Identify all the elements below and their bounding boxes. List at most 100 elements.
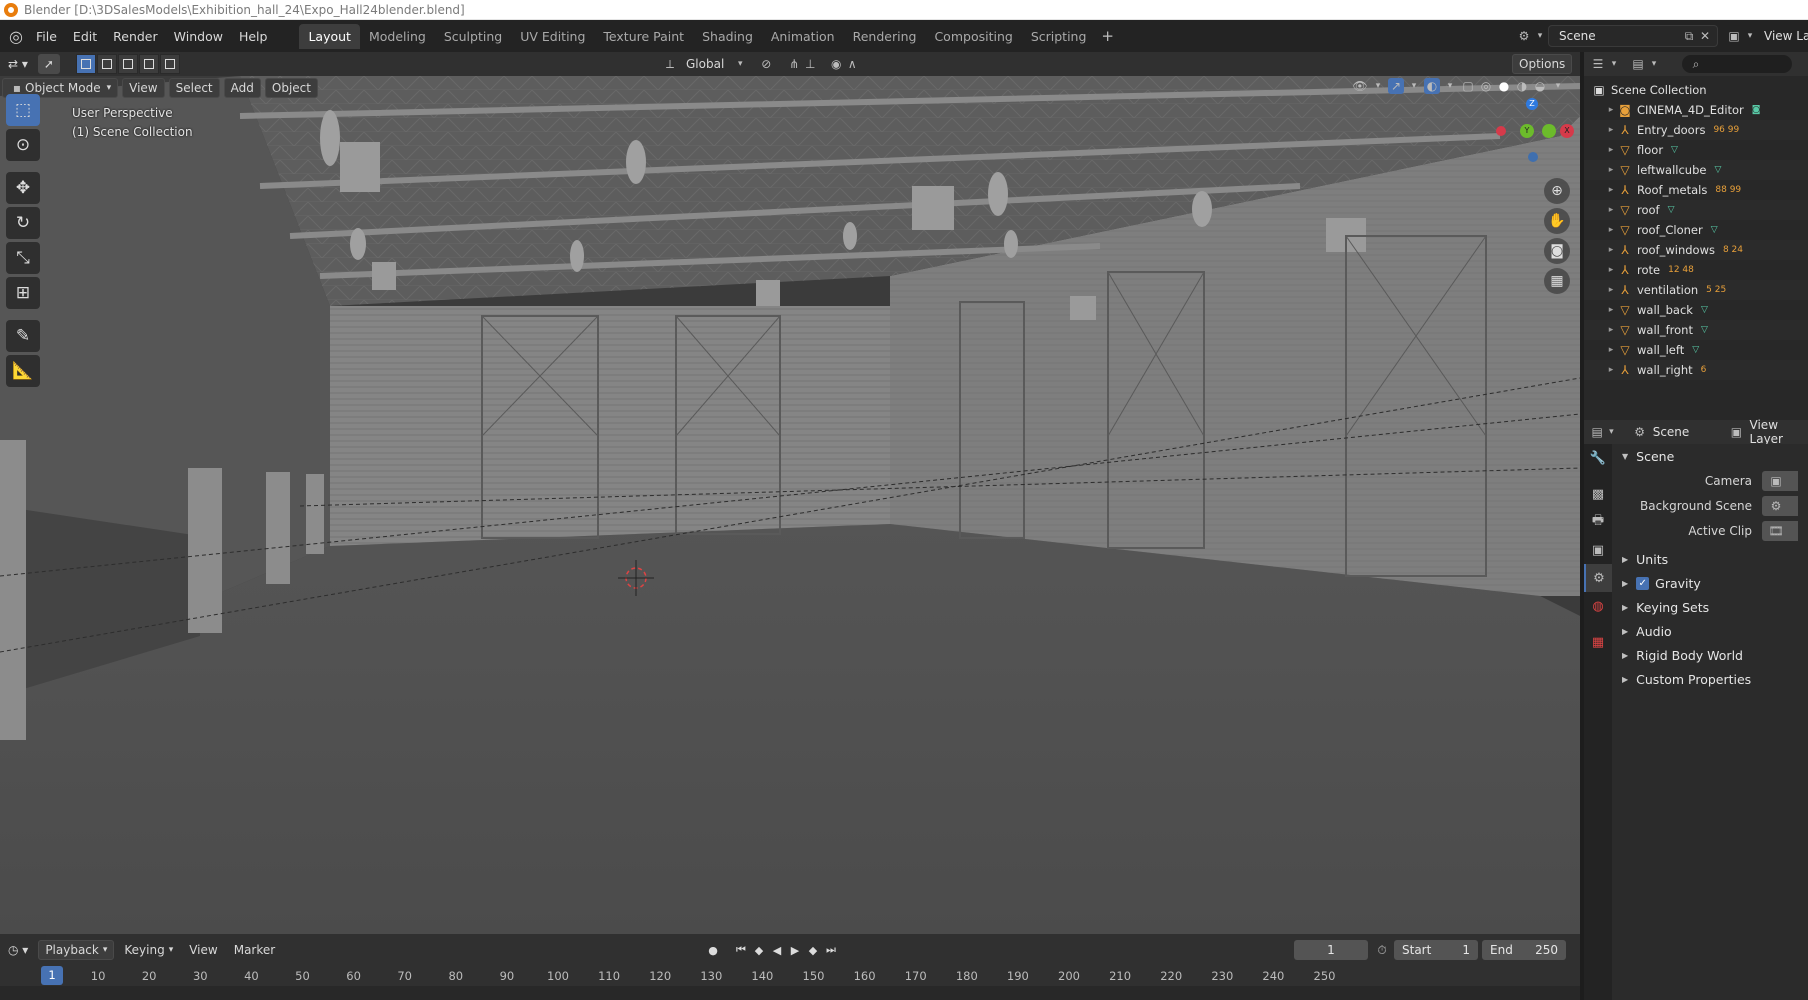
- gizmo-y-dot[interactable]: [1542, 124, 1556, 138]
- expand-arrow-icon[interactable]: ▸: [1604, 185, 1618, 195]
- view-menu[interactable]: View: [122, 78, 165, 98]
- mesh-data-icon[interactable]: ▽: [1671, 145, 1678, 155]
- tab-sculpting[interactable]: Sculpting: [435, 24, 511, 49]
- current-frame-marker[interactable]: 1: [41, 966, 63, 985]
- keying-sets-panel[interactable]: ▶ Keying Sets: [1614, 595, 1808, 619]
- tab-layout[interactable]: Layout: [299, 23, 360, 49]
- add-workspace-button[interactable]: +: [1095, 24, 1120, 49]
- cursor-tool-icon[interactable]: ⊙: [6, 129, 40, 161]
- outliner-item[interactable]: ▸ ⅄ roof_windows 8 24: [1584, 240, 1808, 260]
- ortho-grid-icon[interactable]: ▦: [1544, 268, 1570, 294]
- view-layer-icon[interactable]: ▣: [1726, 28, 1742, 44]
- expand-arrow-icon[interactable]: ▸: [1604, 365, 1618, 375]
- record-icon[interactable]: ●: [704, 941, 722, 959]
- rotate-tool-icon[interactable]: ↻: [6, 207, 40, 239]
- mesh-data-icon[interactable]: ▽: [1668, 205, 1675, 215]
- gizmo-z-axis[interactable]: Z: [1526, 98, 1538, 110]
- overlays-icon[interactable]: ◐: [1424, 78, 1440, 94]
- gizmo-x-axis[interactable]: X: [1560, 124, 1574, 138]
- outliner-item[interactable]: ▸ ▽ roof ▽: [1584, 200, 1808, 220]
- tab-uv-editing[interactable]: UV Editing: [511, 24, 594, 49]
- play-reverse-icon[interactable]: ◀: [768, 941, 786, 959]
- custom-properties-panel[interactable]: ▶ Custom Properties: [1614, 667, 1808, 691]
- outliner-item[interactable]: ▸ ⅄ rote 12 48: [1584, 260, 1808, 280]
- outliner-root[interactable]: ▣ Scene Collection: [1584, 80, 1808, 100]
- children-count[interactable]: 12 48: [1668, 265, 1694, 275]
- outliner-item[interactable]: ▸ ⅄ ventilation 5 25: [1584, 280, 1808, 300]
- outliner-item[interactable]: ▸ ◙ CINEMA_4D_Editor ◙: [1584, 100, 1808, 120]
- menu-file[interactable]: File: [28, 26, 65, 47]
- menu-help[interactable]: Help: [231, 26, 276, 47]
- scene-field[interactable]: Scene ⧉ ✕: [1548, 25, 1718, 47]
- close-icon[interactable]: ✕: [1697, 28, 1713, 44]
- properties-editor-icon[interactable]: ▤: [1590, 424, 1604, 440]
- xray-icon[interactable]: ▢: [1460, 78, 1476, 94]
- tab-animation[interactable]: Animation: [762, 24, 844, 49]
- select-box-tool-icon[interactable]: ⬚: [6, 94, 40, 126]
- current-frame-field[interactable]: 1: [1294, 940, 1368, 960]
- rigid-body-world-panel[interactable]: ▶ Rigid Body World: [1614, 643, 1808, 667]
- outliner-item[interactable]: ▸ ▽ wall_left ▽: [1584, 340, 1808, 360]
- outliner-search-input[interactable]: ⌕: [1682, 55, 1792, 73]
- snap-target-icon[interactable]: ⊥: [802, 56, 818, 72]
- expand-arrow-icon[interactable]: ▸: [1604, 165, 1618, 175]
- editor-type-icon[interactable]: ⇄ ▾: [2, 54, 34, 74]
- scale-tool-icon[interactable]: ⤡: [6, 242, 40, 274]
- transform-tool-icon[interactable]: ⊞: [6, 277, 40, 309]
- timeline-view-menu[interactable]: View: [183, 940, 223, 960]
- texture-tab-icon[interactable]: ▦: [1584, 628, 1612, 656]
- scene-tab-icon[interactable]: ⚙: [1584, 564, 1612, 592]
- jump-keyframe-forward-icon[interactable]: ◆: [804, 941, 822, 959]
- children-count[interactable]: 8 24: [1723, 245, 1743, 255]
- menu-render[interactable]: Render: [105, 26, 166, 47]
- children-count[interactable]: 88 99: [1715, 185, 1741, 195]
- children-count[interactable]: 5 25: [1706, 285, 1726, 295]
- tab-scripting[interactable]: Scripting: [1022, 24, 1096, 49]
- marker-menu[interactable]: Marker: [228, 940, 281, 960]
- render-tab-icon[interactable]: ▩: [1584, 480, 1612, 508]
- mesh-data-icon[interactable]: ▽: [1711, 225, 1718, 235]
- display-mode-icon[interactable]: ▤: [1630, 56, 1646, 72]
- select-new-button[interactable]: [75, 54, 96, 74]
- camera-view-icon[interactable]: ◙: [1544, 238, 1570, 264]
- camera-data-icon[interactable]: ◙: [1752, 105, 1761, 115]
- 3d-viewport[interactable]: User Perspective (1) Scene Collection Z …: [0, 76, 1580, 934]
- outliner-editor-icon[interactable]: ☰: [1590, 56, 1606, 72]
- active-clip-field[interactable]: 🎞: [1762, 520, 1798, 541]
- keying-menu[interactable]: Keying ▾: [118, 940, 179, 960]
- snap-icon[interactable]: ⋔: [786, 56, 802, 72]
- zoom-icon[interactable]: ⊕: [1544, 178, 1570, 204]
- jump-keyframe-back-icon[interactable]: ◆: [750, 941, 768, 959]
- gizmo-toggle-icon[interactable]: ↗: [1388, 78, 1404, 94]
- expand-arrow-icon[interactable]: ▸: [1604, 325, 1618, 335]
- scene-selector-icon[interactable]: ⚙: [1516, 28, 1532, 44]
- gravity-checkbox[interactable]: ✓: [1636, 576, 1650, 590]
- select-subtract-button[interactable]: [117, 54, 138, 74]
- copy-icon[interactable]: ⧉: [1681, 28, 1697, 44]
- pivot-icon[interactable]: ⊘: [758, 56, 774, 72]
- outliner-item[interactable]: ▸ ▽ leftwallcube ▽: [1584, 160, 1808, 180]
- tab-shading[interactable]: Shading: [693, 24, 762, 49]
- expand-arrow-icon[interactable]: ▸: [1604, 285, 1618, 295]
- navigation-gizmo[interactable]: Z Y X: [1490, 96, 1574, 176]
- orientation-dropdown[interactable]: Global: [680, 54, 730, 74]
- annotate-tool-icon[interactable]: ✎: [6, 320, 40, 352]
- scene-panel-title[interactable]: ▼ Scene: [1614, 444, 1808, 468]
- audio-panel[interactable]: ▶ Audio: [1614, 619, 1808, 643]
- units-panel[interactable]: ▶ Units: [1614, 547, 1808, 571]
- output-tab-icon[interactable]: 🖶: [1584, 508, 1612, 536]
- menu-edit[interactable]: Edit: [65, 26, 105, 47]
- props-scene-label[interactable]: Scene: [1653, 425, 1690, 439]
- visibility-icon[interactable]: 👁: [1352, 78, 1368, 94]
- object-menu[interactable]: Object: [264, 78, 318, 98]
- proportional-edit-icon[interactable]: ◉: [828, 56, 844, 72]
- timeline[interactable]: 1 10 20 30 40 50 60 70 80 90 100 110 120 130 140 150 16…: [0, 966, 1580, 1000]
- stopwatch-icon[interactable]: ⏱: [1374, 942, 1390, 958]
- start-frame-field[interactable]: Start 1: [1394, 940, 1478, 960]
- solid-shading-icon[interactable]: ●: [1496, 78, 1512, 94]
- blender-logo-icon[interactable]: ◎: [4, 26, 28, 46]
- select-extend-button[interactable]: [96, 54, 117, 74]
- tab-rendering[interactable]: Rendering: [844, 24, 926, 49]
- move-tool-icon[interactable]: ✥: [6, 172, 40, 204]
- play-icon[interactable]: ▶: [786, 941, 804, 959]
